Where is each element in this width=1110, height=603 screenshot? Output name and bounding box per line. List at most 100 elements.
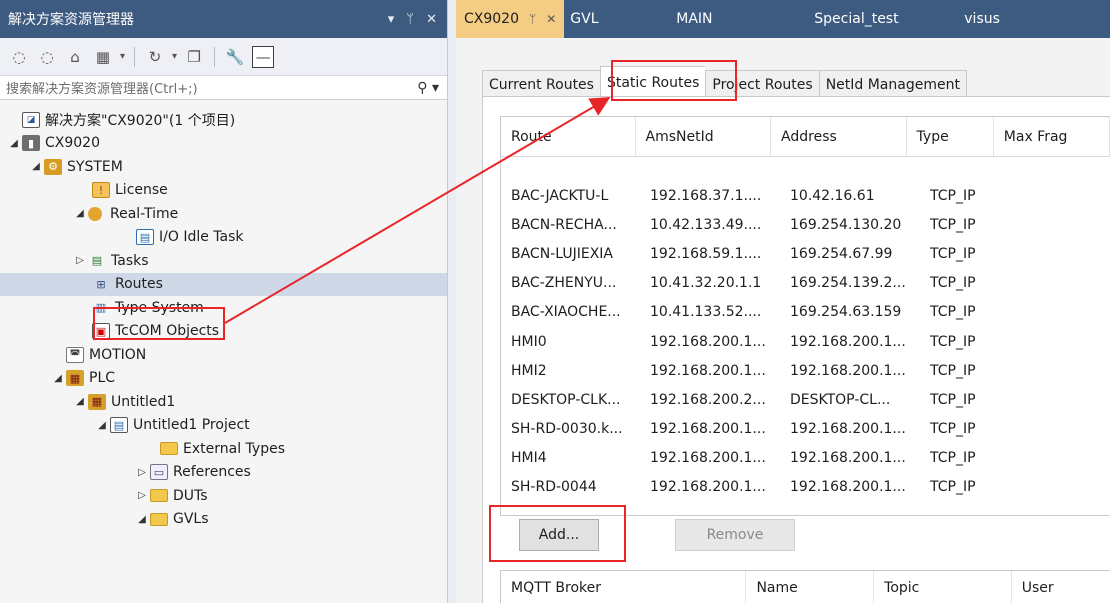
expand-right-icon[interactable]: ▷ (134, 467, 150, 478)
routes-table[interactable]: Route AmsNetId Address Type Max Frag BAC… (500, 116, 1110, 516)
realtime-icon (88, 206, 102, 221)
tree-node-untitled1-project[interactable]: ◢ ▤ Untitled1 Project (0, 414, 447, 438)
tree-node-type-system[interactable]: ▥ Type System (0, 296, 447, 320)
search-placeholder: 搜索解决方案资源管理器(Ctrl+;) (6, 82, 198, 97)
expand-down-icon[interactable]: ◢ (72, 208, 88, 219)
column-header-amsnetid[interactable]: AmsNetId (636, 117, 772, 156)
expand-down-icon[interactable]: ◢ (50, 373, 66, 384)
task-icon: ▤ (136, 229, 154, 246)
dropdown-icon[interactable]: ▾ (388, 12, 395, 27)
doc-tab-special-test[interactable]: Special_test (784, 0, 934, 38)
solution-tree: ◪ 解决方案"CX9020"(1 个项目) ◢ ▮ CX9020 ◢ ⚙ SYS… (0, 100, 447, 531)
table-row[interactable]: DESKTOP-CLK... 192.168.200.2... DESKTOP-CL… (501, 385, 1110, 414)
static-routes-panel: Route AmsNetId Address Type Max Frag BAC… (482, 96, 1110, 603)
expand-right-icon[interactable]: ▷ (72, 255, 88, 266)
system-icon: ⚙ (44, 158, 62, 175)
tab-static-routes[interactable]: Static Routes (599, 66, 706, 100)
close-icon[interactable]: ✕ (546, 12, 556, 26)
doc-tab-visus[interactable]: visus (934, 0, 1012, 38)
tree-node-plc[interactable]: ◢ ▦ PLC (0, 367, 447, 391)
tree-node-tasks[interactable]: ▷ ▤ Tasks (0, 249, 447, 273)
folder-icon (150, 489, 168, 503)
doc-tab-main[interactable]: MAIN (664, 0, 784, 38)
tree-node-cx9020[interactable]: ◢ ▮ CX9020 (0, 132, 447, 156)
expand-down-icon[interactable]: ◢ (72, 396, 88, 407)
tccom-icon: ▣ (92, 323, 110, 340)
tree-node-system[interactable]: ◢ ⚙ SYSTEM (0, 155, 447, 179)
tree-node-license[interactable]: ! License (0, 179, 447, 203)
forward-icon[interactable]: ◌ (36, 46, 58, 68)
tree-node-solution[interactable]: ◪ 解决方案"CX9020"(1 个项目) (0, 108, 447, 132)
route-tabs: Current Routes Static Routes Project Rou… (482, 66, 967, 100)
column-header-user[interactable]: User (1012, 571, 1110, 603)
column-header-name[interactable]: Name (746, 571, 875, 603)
tree-node-gvls[interactable]: ◢ GVLs (0, 508, 447, 532)
chevron-down-icon[interactable]: ▾ (172, 51, 177, 62)
table-row[interactable]: HMI0 192.168.200.1... 192.168.200.1... TCP_… (501, 327, 1110, 356)
tree-node-tccom-objects[interactable]: ▣ TcCOM Objects (0, 320, 447, 344)
close-icon[interactable]: ✕ (426, 12, 437, 27)
toolbar-divider (134, 46, 136, 67)
tree-node-routes[interactable]: ⊞ Routes (0, 272, 447, 296)
expand-down-icon[interactable]: ◢ (134, 514, 150, 525)
chevron-down-icon[interactable]: ▾ (120, 51, 125, 62)
solution-explorer-toolbar: ◌ ◌ ⌂ ▦ ▾ ↻ ▾ ❐ 🔧 — (0, 38, 447, 76)
tree-node-external-types[interactable]: External Types (0, 437, 447, 461)
solution-explorer: 解决方案资源管理器 ▾ ᛘ ✕ ◌ ◌ ⌂ ▦ ▾ ↻ ▾ ❐ 🔧 — 搜索解决… (0, 0, 448, 603)
remove-route-button[interactable]: Remove (675, 519, 795, 551)
tasks-icon: ▤ (91, 254, 103, 268)
pin-icon[interactable]: ᛘ (406, 12, 414, 27)
folder-open-icon (150, 512, 168, 526)
tree-node-realtime[interactable]: ◢ Real-Time (0, 202, 447, 226)
column-header-route[interactable]: Route (501, 117, 636, 156)
routes-table-body: BAC-JACKTU-L 192.168.37.1.... 10.42.16.61 T… (501, 157, 1110, 502)
table-row[interactable]: BAC-JACKTU-L 192.168.37.1.... 10.42.16.61 T… (501, 181, 1110, 210)
doc-tab-cx9020[interactable]: CX9020 ᛘ ✕ (456, 0, 565, 38)
expand-down-icon[interactable]: ◢ (6, 138, 22, 149)
column-header-max-frag[interactable]: Max Frag (994, 117, 1110, 156)
toolbar-divider (214, 46, 216, 67)
column-header-address[interactable]: Address (771, 117, 907, 156)
project-icon: ▤ (110, 417, 128, 434)
tree-node-io-idle-task[interactable]: ▤ I/O Idle Task (0, 226, 447, 250)
plc-icon: ▦ (66, 370, 84, 387)
switch-views-icon[interactable]: ▦ (92, 46, 114, 68)
table-row[interactable]: BAC-XIAOCHE... 10.41.133.52.... 169.254.63… (501, 298, 1110, 327)
table-row[interactable]: BACN-LUJIEXIA 192.168.59.1.... 169.254.67.… (501, 239, 1110, 268)
column-header-mqtt-broker[interactable]: MQTT Broker (501, 571, 747, 603)
table-row[interactable]: BAC-ZHENYU... 10.41.32.20.1.1 169.254.139.… (501, 269, 1110, 298)
table-row[interactable]: HMI2 192.168.200.1... 192.168.200.1... TCP_… (501, 356, 1110, 385)
doc-tab-gvl[interactable]: GVL (564, 0, 664, 38)
properties-wrench-icon[interactable]: 🔧 (224, 46, 246, 68)
solution-explorer-titlebar: 解决方案资源管理器 ▾ ᛘ ✕ (0, 0, 447, 38)
back-icon[interactable]: ◌ (8, 46, 30, 68)
search-icon[interactable]: ⚲ ▾ (417, 80, 447, 96)
table-row[interactable]: HMI4 192.168.200.1... 192.168.200.1... TCP_… (501, 444, 1110, 473)
home-icon[interactable]: ⌂ (64, 46, 86, 68)
table-row[interactable]: SH-RD-0030.k... 192.168.200.1... 192.168.2… (501, 415, 1110, 444)
type-system-icon: ▥ (95, 301, 107, 315)
tree-node-references[interactable]: ▷ ▭ References (0, 461, 447, 485)
tree-node-motion[interactable]: ◚ MOTION (0, 343, 447, 367)
solution-explorer-title: 解决方案资源管理器 (8, 12, 134, 28)
table-row[interactable]: BACN-RECHA... 10.42.133.49.... 169.254.130… (501, 210, 1110, 239)
pending-changes-icon[interactable]: ↻ (144, 46, 166, 68)
tree-node-untitled1[interactable]: ◢ ▦ Untitled1 (0, 390, 447, 414)
solution-icon: ◪ (22, 111, 40, 128)
expand-down-icon[interactable]: ◢ (94, 420, 110, 431)
expand-down-icon[interactable]: ◢ (28, 161, 44, 172)
table-row[interactable]: SH-RD-0044 192.168.200.1... 192.168.200.1.… (501, 473, 1110, 502)
add-route-button[interactable]: Add... (519, 519, 599, 551)
expand-right-icon[interactable]: ▷ (134, 490, 150, 501)
collapse-all-icon[interactable]: ❐ (183, 46, 205, 68)
pin-icon[interactable]: ᛘ (529, 12, 536, 26)
mqtt-table-header: MQTT Broker Name Topic User (500, 570, 1110, 603)
document-area: CX9020 ᛘ ✕ GVL MAIN Special_test visus C… (456, 0, 1110, 603)
preview-icon[interactable]: — (252, 45, 275, 68)
column-header-type[interactable]: Type (907, 117, 994, 156)
tree-node-duts[interactable]: ▷ DUTs (0, 484, 447, 508)
license-icon: ! (92, 182, 110, 199)
column-header-topic[interactable]: Topic (874, 571, 1012, 603)
cx-device-icon: ▮ (22, 135, 40, 152)
search-input[interactable]: 搜索解决方案资源管理器(Ctrl+;) ⚲ ▾ (0, 76, 447, 100)
